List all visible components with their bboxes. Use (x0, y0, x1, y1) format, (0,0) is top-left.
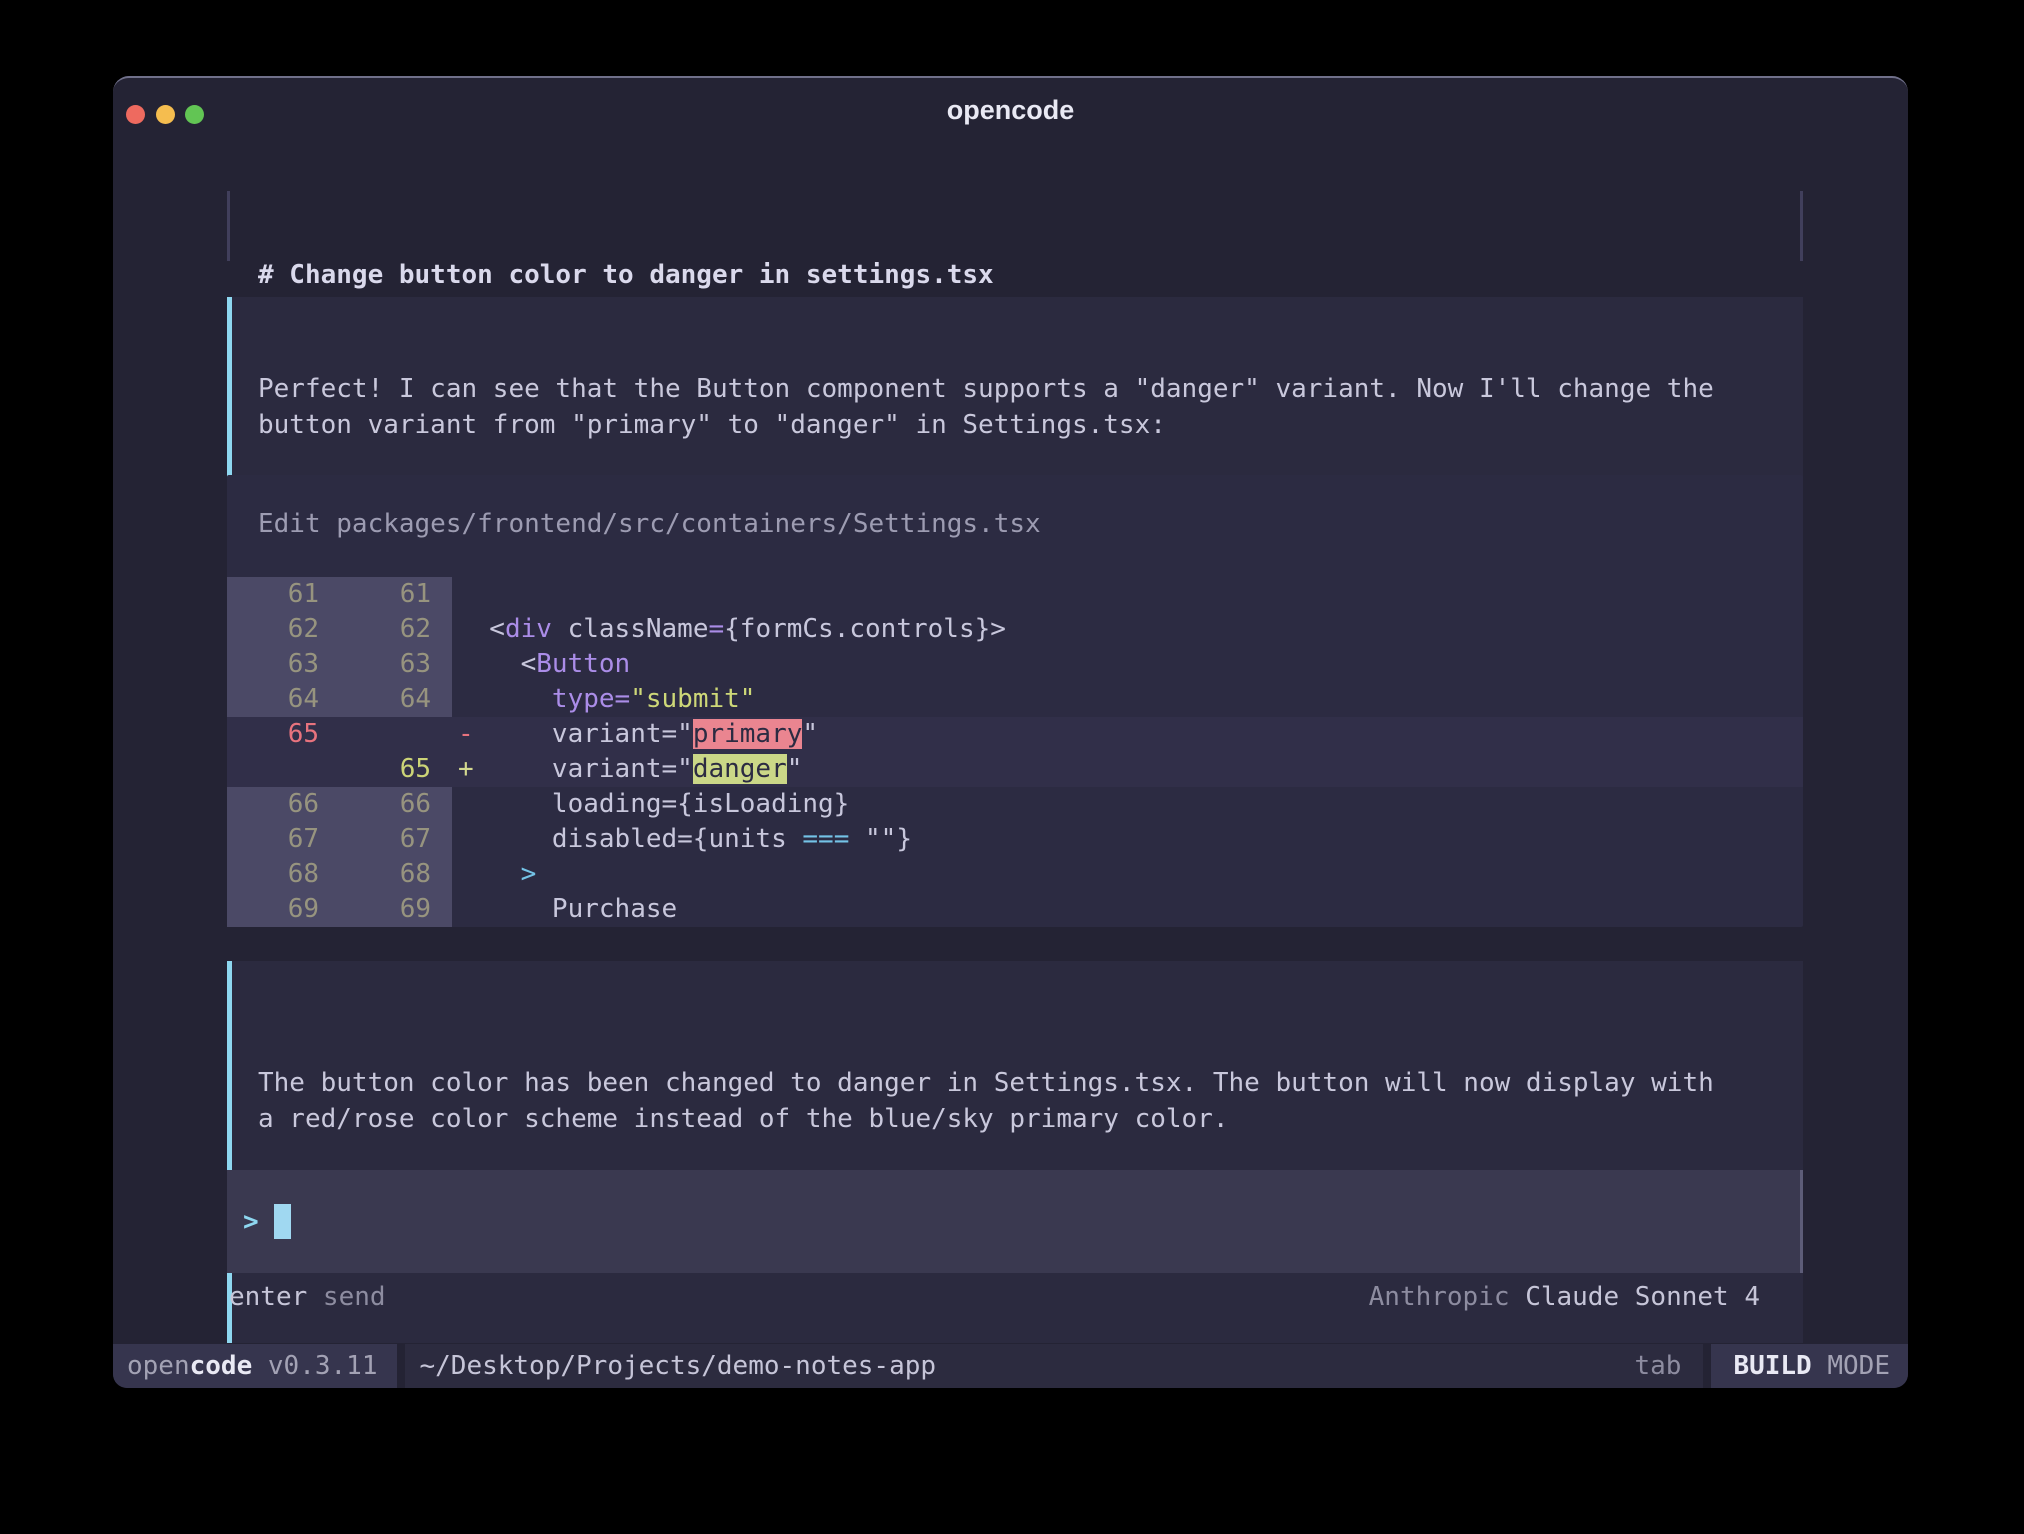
diff-code-line: loading={isLoading} (452, 787, 1803, 822)
diff-gutter: 6868 (227, 857, 452, 892)
prompt-input[interactable]: > (227, 1170, 1803, 1273)
diff-row-64: 6464 type="submit" (227, 682, 1803, 717)
diff-gutter: 6666 (227, 787, 452, 822)
send-action-label: send (307, 1279, 385, 1315)
diff-table: 6161 6262 <div className={formCs.control… (227, 577, 1803, 927)
status-divider (1703, 1344, 1711, 1388)
diff-code-line: > (452, 857, 1803, 892)
enter-key-hint: enter (229, 1279, 307, 1315)
model-name: Claude Sonnet 4 (1525, 1282, 1760, 1312)
app-version-chip: opencode v0.3.11 (113, 1344, 397, 1388)
diff-code-line: + variant="danger" (452, 752, 1803, 787)
diff-row-67: 6767 disabled={units === ""} (227, 822, 1803, 857)
message-line: button variant from "primary" to "danger… (258, 407, 1783, 443)
edit-tool-card: Edit packages/frontend/src/containers/Se… (227, 475, 1803, 927)
model-indicator: Anthropic Claude Sonnet 4 (1369, 1279, 1760, 1315)
diff-gutter: 6363 (227, 647, 452, 682)
diff-code-line: Purchase (452, 892, 1803, 927)
provider-label: Anthropic (1369, 1282, 1526, 1312)
diff-code-line: type="submit" (452, 682, 1803, 717)
message-body: The button color has been changed to dan… (258, 1065, 1783, 1137)
message-line: a red/rose color scheme instead of the b… (258, 1101, 1783, 1137)
diff-row-65: 65+ variant="danger" (227, 752, 1803, 787)
app-name-code: code (190, 1351, 253, 1381)
diff-code-line: <Button (452, 647, 1803, 682)
status-spacer (936, 1344, 1612, 1388)
status-bar: opencode v0.3.11 ~/Desktop/Projects/demo… (113, 1344, 1908, 1388)
diff-gutter: 6969 (227, 892, 452, 927)
edit-tool-title: Edit packages/frontend/src/containers/Se… (227, 475, 1803, 577)
diff-row-66: 6666 loading={isLoading} (227, 787, 1803, 822)
keybind-hint-bar: enter send Anthropic Claude Sonnet 4 (227, 1279, 1803, 1315)
status-divider (397, 1344, 405, 1388)
tab-key-hint: tab (1612, 1344, 1703, 1388)
app-name-open: open (127, 1351, 190, 1381)
text-cursor (274, 1204, 291, 1239)
mode-chip: BUILD MODE (1711, 1344, 1908, 1388)
close-window-button[interactable] (126, 105, 145, 124)
diff-row-61: 6161 (227, 577, 1803, 612)
diff-gutter: 6767 (227, 822, 452, 857)
working-directory: ~/Desktop/Projects/demo-notes-app (405, 1344, 936, 1388)
diff-row-68: 6868 > (227, 857, 1803, 892)
diff-code-line: - variant="primary" (452, 717, 1803, 752)
diff-row-62: 6262 <div className={formCs.controls}> (227, 612, 1803, 647)
diff-row-69: 6969 Purchase (227, 892, 1803, 927)
message-body: Perfect! I can see that the Button compo… (258, 371, 1783, 443)
mode-build: BUILD (1733, 1351, 1811, 1381)
session-title: # Change button color to danger in setti… (258, 259, 1770, 292)
message-line: The button color has been changed to dan… (258, 1065, 1783, 1101)
prompt-caret: > (243, 1207, 259, 1237)
diff-code-line (452, 577, 1803, 612)
diff-gutter: 6464 (227, 682, 452, 717)
diff-gutter: 6262 (227, 612, 452, 647)
diff-code-line: disabled={units === ""} (452, 822, 1803, 857)
minimize-window-button[interactable] (156, 105, 175, 124)
zoom-window-button[interactable] (185, 105, 204, 124)
diff-gutter: 65 (227, 752, 452, 787)
app-version: v0.3.11 (252, 1351, 377, 1381)
diff-row-65: 65- variant="primary" (227, 717, 1803, 752)
window-title: opencode (113, 78, 1908, 142)
diff-row-63: 6363 <Button (227, 647, 1803, 682)
message-line: Perfect! I can see that the Button compo… (258, 371, 1783, 407)
diff-gutter: 6161 (227, 577, 452, 612)
diff-gutter: 65 (227, 717, 452, 752)
window-titlebar: opencode (113, 78, 1908, 150)
app-window: opencode # Change button color to danger… (113, 76, 1908, 1388)
session-header: # Change button color to danger in setti… (227, 191, 1803, 261)
mode-label: MODE (1812, 1351, 1890, 1381)
diff-code-line: <div className={formCs.controls}> (452, 612, 1803, 647)
